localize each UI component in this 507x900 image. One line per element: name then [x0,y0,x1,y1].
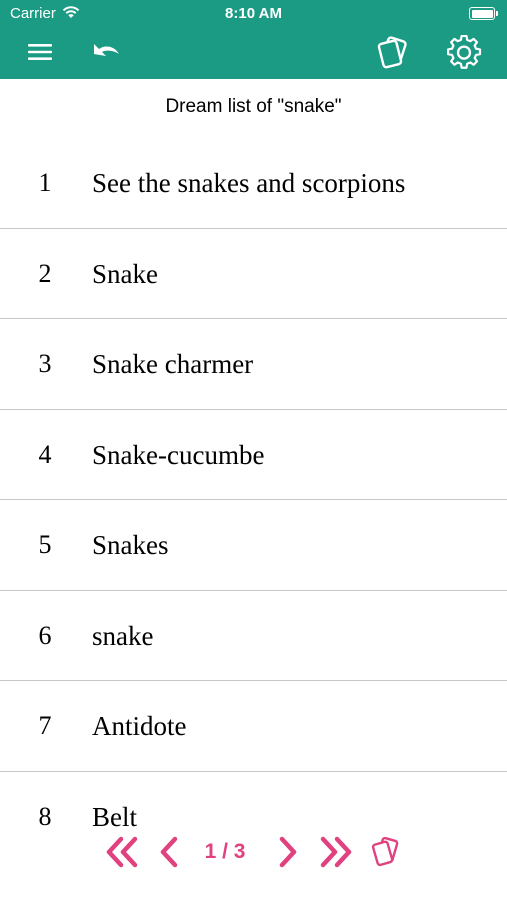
gear-icon[interactable] [444,33,484,73]
list-item-label: Snake charmer [92,349,254,379]
page-title: Dream list of "snake" [165,96,342,117]
double-chevron-left-icon [106,836,138,868]
list-item-label: Snake-cucumbe [92,439,265,470]
list-item[interactable]: 4 Snake-cucumbe [0,410,507,500]
list-item-label: Antidote [92,711,187,741]
list-item[interactable]: 1 See the snakes and scorpions [0,138,507,229]
list-item[interactable]: 5 Snakes [0,500,507,591]
list-item[interactable]: 2 Snake [0,229,507,319]
list-item-number: 3 [38,349,52,378]
list-item-number: 4 [38,439,52,469]
status-time: 8:10 AM [225,5,282,22]
list-item-label: See the snakes and scorpions [92,168,406,198]
page-indicator: 1 / 3 [204,840,246,863]
next-page-button[interactable] [273,830,303,874]
battery-icon [469,7,498,20]
list-item-number: 2 [38,258,52,288]
double-chevron-right-icon [320,836,352,868]
chevron-right-icon [279,836,297,868]
list-item-number: 6 [38,620,52,650]
last-page-button[interactable] [316,830,356,874]
pager: 1 / 3 [0,830,507,874]
dream-list: 1 See the snakes and scorpions 2 Snake 3 Snak… [0,138,507,862]
chevron-left-icon [160,836,178,868]
hamburger-menu-icon[interactable] [24,36,56,68]
list-item-label: snake [92,620,154,651]
cards-page-button[interactable] [366,830,406,874]
list-item-label: Snake [92,258,158,289]
status-bar: Carrier 8:10 AM [0,0,507,28]
list-item-number: 1 [38,168,52,197]
cards-icon [371,836,399,867]
previous-page-button[interactable] [154,830,184,874]
first-page-button[interactable] [102,830,142,874]
list-item[interactable]: 3 Snake charmer [0,319,507,410]
list-item-number: 5 [38,530,52,559]
cards-icon[interactable] [374,33,412,71]
undo-arrow-icon[interactable] [88,36,124,68]
list-item-number: 7 [38,711,52,740]
list-item[interactable]: 6 snake [0,591,507,681]
app-header-bar: Carrier 8:10 AM [0,0,507,79]
list-item-label: Snakes [92,530,169,560]
list-item[interactable]: 7 Antidote [0,681,507,772]
